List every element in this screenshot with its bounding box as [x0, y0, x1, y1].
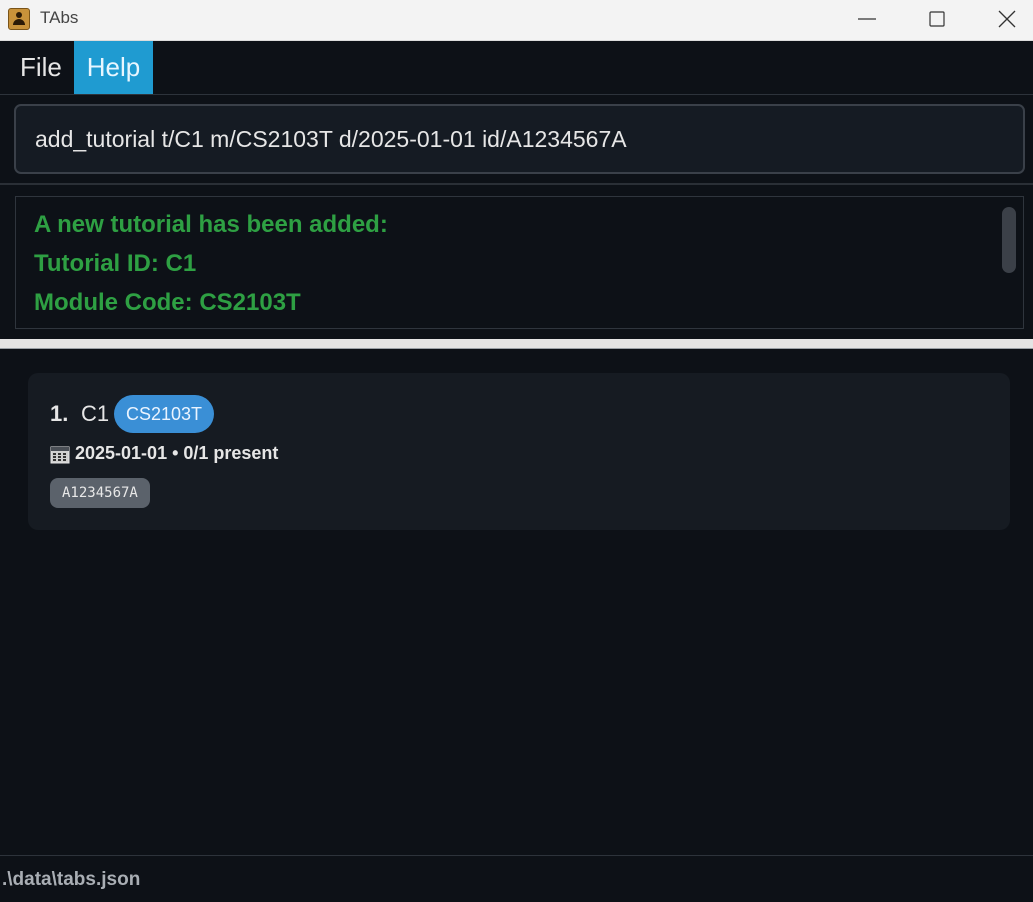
result-line: A new tutorial has been added: — [34, 211, 388, 238]
app-icon — [8, 8, 30, 30]
tutorial-index: 1. — [50, 401, 69, 426]
command-box — [0, 95, 1033, 185]
maximize-button[interactable] — [902, 0, 972, 38]
result-display: A new tutorial has been added: Tutorial … — [15, 196, 1024, 329]
status-bar: .\data\tabs.json — [0, 855, 1033, 902]
menu-help[interactable]: Help — [74, 41, 153, 94]
date-attendance-text: 2025-01-01 • 0/1 present — [75, 443, 279, 463]
maximize-icon — [929, 11, 945, 27]
menu-bar: File Help — [0, 41, 1033, 95]
close-button[interactable] — [972, 0, 1033, 38]
tutorial-card[interactable]: 1. C1 CS2103T 2025-01-01 • 0/1 present A… — [28, 373, 1010, 530]
title-bar: TAbs — [0, 0, 1033, 41]
module-badge: CS2103T — [114, 395, 215, 433]
calendar-icon — [50, 446, 70, 463]
result-scrollbar[interactable] — [1002, 207, 1016, 273]
menu-file[interactable]: File — [20, 41, 62, 94]
command-input[interactable] — [14, 104, 1025, 174]
tutorial-id: C1 — [81, 401, 110, 426]
result-line: Module Code: CS2103T — [34, 289, 301, 316]
result-line: Tutorial ID: C1 — [34, 250, 197, 277]
minimize-icon — [858, 18, 876, 20]
tutorial-date-line: 2025-01-01 • 0/1 present — [50, 443, 278, 464]
data-file-path: .\data\tabs.json — [2, 869, 141, 890]
close-icon — [998, 10, 1016, 28]
tutorial-list: 1. C1 CS2103T 2025-01-01 • 0/1 present A… — [0, 349, 1033, 855]
minimize-button[interactable] — [832, 0, 902, 38]
student-chip: A1234567A — [50, 478, 150, 508]
window-title: TAbs — [40, 8, 79, 27]
split-divider[interactable] — [0, 339, 1033, 349]
